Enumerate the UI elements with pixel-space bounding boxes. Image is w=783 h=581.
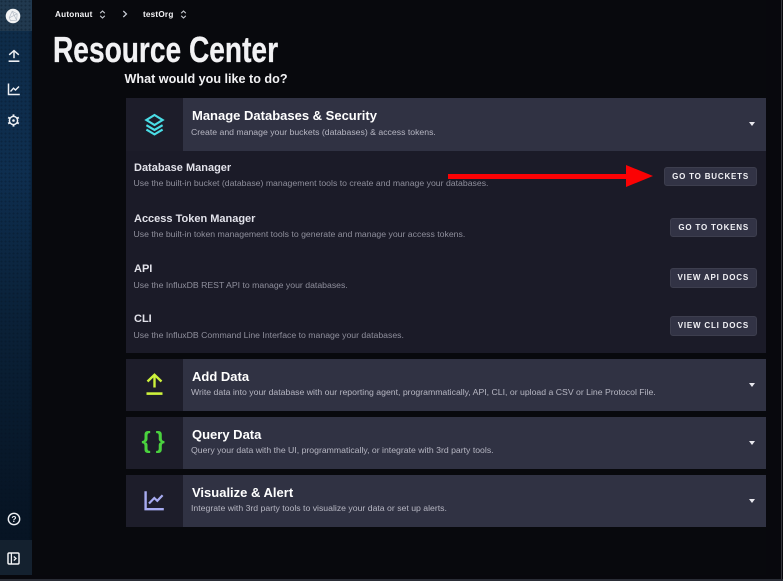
svg-text:?: ? [11, 514, 16, 524]
